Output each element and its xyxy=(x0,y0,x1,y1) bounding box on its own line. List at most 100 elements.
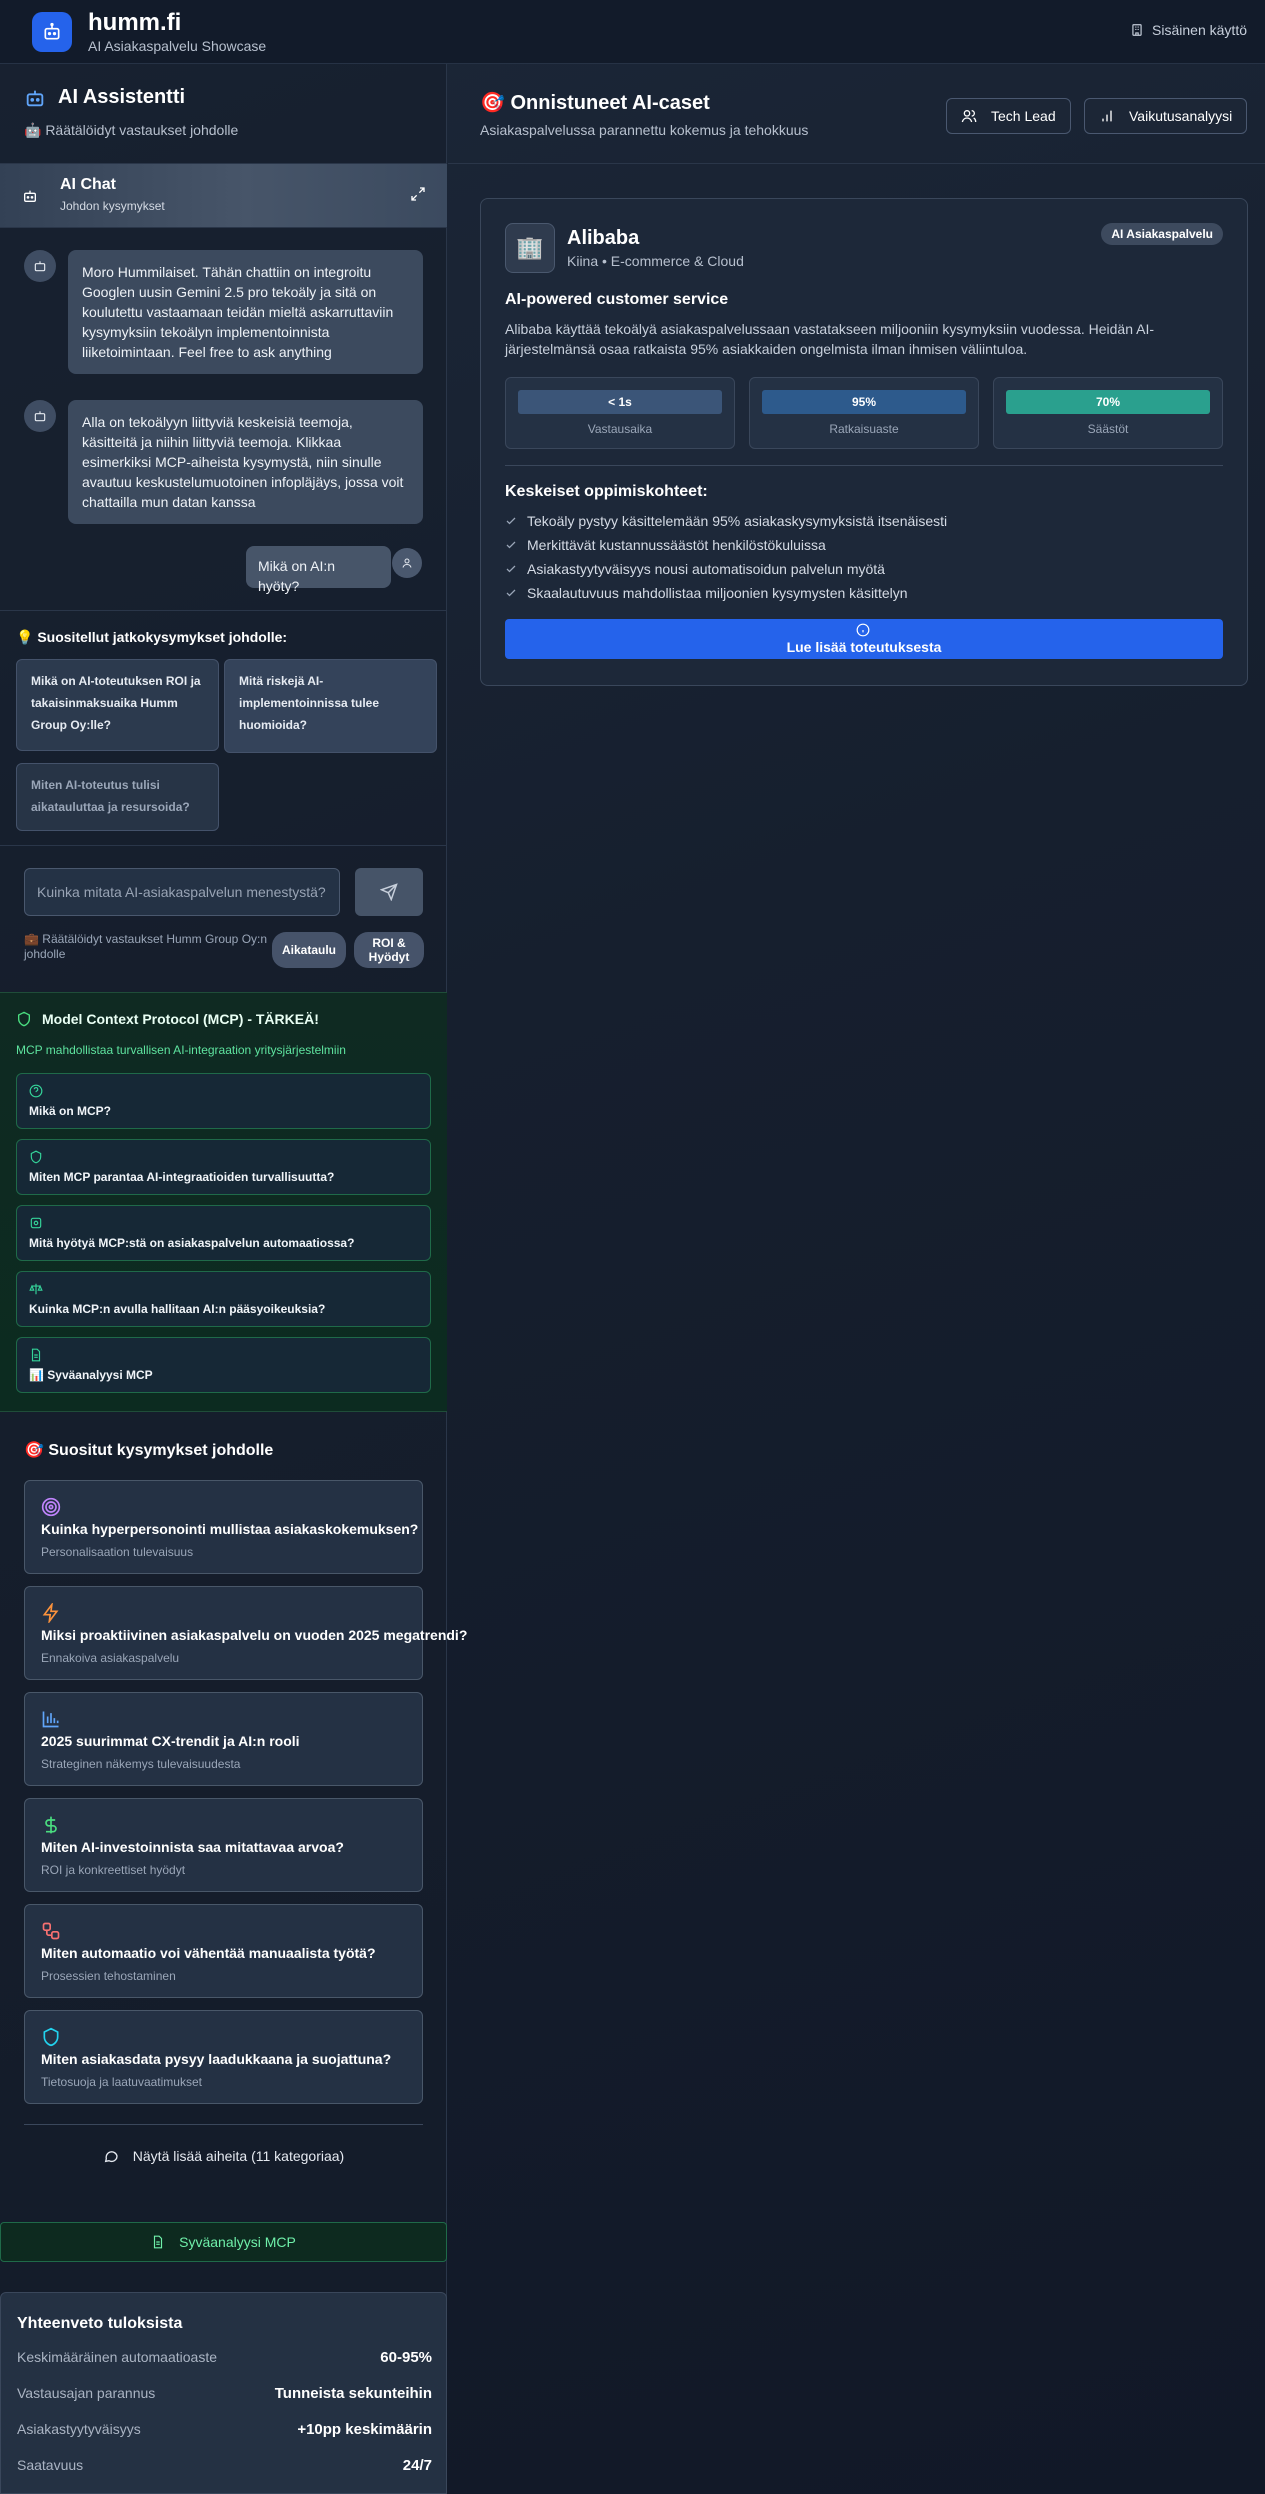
users-icon xyxy=(961,110,977,123)
target-icon xyxy=(41,1497,61,1517)
suggestion-card[interactable]: Miten AI-toteutus tulisi aikatauluttaa j… xyxy=(16,763,219,831)
learning-item: Tekoäly pystyy käsittelemään 95% asiakas… xyxy=(505,513,947,529)
case-category-badge: AI Asiakaspalvelu xyxy=(1101,223,1223,245)
popular-question-card[interactable]: Miten automaatio voi vähentää manuaalist… xyxy=(24,1904,423,1998)
expand-icon[interactable] xyxy=(410,186,426,202)
bot-icon xyxy=(24,190,36,202)
company-logo: 🏢 xyxy=(505,223,555,273)
mcp-item[interactable]: Mitä hyötyä MCP:stä on asiakaspalvelun a… xyxy=(16,1205,431,1261)
chat-subtitle: Johdon kysymykset xyxy=(60,199,165,213)
schedule-chip[interactable]: Aikataulu xyxy=(272,932,346,968)
roi-chip[interactable]: ROI & Hyödyt xyxy=(354,932,424,968)
mcp-item[interactable]: 📊 Syväanalyysi MCP xyxy=(16,1337,431,1393)
impact-analysis-button[interactable]: Vaikutusanalyysi xyxy=(1084,98,1248,134)
metric-value: 70% xyxy=(1095,395,1121,409)
suggestion-card[interactable]: Mikä on AI-toteutuksen ROI ja takaisinma… xyxy=(16,659,219,751)
shield-icon xyxy=(43,2027,59,2047)
summary-label: Saatavuus xyxy=(17,2457,84,2473)
popular-question-card[interactable]: Miksi proaktiivinen asiakaspalvelu on vu… xyxy=(24,1586,467,1680)
building-icon xyxy=(1132,24,1142,36)
assistant-header: AI Assistentti 🤖 Räätälöidyt vastaukset … xyxy=(0,64,447,164)
assistant-subtitle: 🤖 Räätälöidyt vastaukset johdolle xyxy=(24,122,239,138)
suggested-questions: 💡 Suositellut jatkokysymykset johdolle: … xyxy=(0,610,447,846)
user-avatar xyxy=(392,548,422,578)
popular-question-card[interactable]: Kuinka hyperpersonointi mullistaa asiaka… xyxy=(24,1480,423,1574)
chat-input[interactable] xyxy=(24,868,340,916)
info-icon xyxy=(856,623,870,637)
popular-category: Ennakoiva asiakaspalvelu xyxy=(41,1651,180,1665)
internal-use-label: Sisäinen käyttö xyxy=(1152,22,1247,38)
popular-question: Miten automaatio voi vähentää manuaalist… xyxy=(41,1945,376,1961)
summary-row: Keskimääräinen automaatioaste 60-95% xyxy=(17,2349,432,2369)
bot-icon xyxy=(26,90,44,106)
check-icon xyxy=(506,589,516,597)
metric-label: Säästöt xyxy=(1087,422,1129,436)
bot-icon xyxy=(34,261,46,272)
popular-question: Miten AI-investoinnista saa mitattavaa a… xyxy=(41,1839,344,1855)
mcp-item[interactable]: Mikä on MCP? xyxy=(16,1073,431,1129)
popular-category: Tietosuoja ja laatuvaatimukset xyxy=(41,2075,202,2089)
learning-item: Merkittävät kustannussäästöt henkilöstök… xyxy=(505,537,826,553)
chat-message-bot: Moro Hummilaiset. Tähän chattiin on inte… xyxy=(68,250,423,374)
building-icon: 🏢 xyxy=(516,235,544,260)
read-more-button[interactable]: Lue lisää toteutuksesta xyxy=(505,619,1223,659)
mcp-item[interactable]: Miten MCP parantaa AI-integraatioiden tu… xyxy=(16,1139,431,1195)
learnings-title: Keskeiset oppimiskohteet: xyxy=(505,483,708,500)
summary-value: 24/7 xyxy=(402,2457,432,2474)
popular-question-card[interactable]: 2025 suurimmat CX-trendit ja AI:n rooli … xyxy=(24,1692,423,1786)
popular-question: 2025 suurimmat CX-trendit ja AI:n rooli xyxy=(41,1733,300,1749)
scale-icon xyxy=(29,1283,43,1295)
case-heading: AI-powered customer service xyxy=(505,291,729,308)
chat-message-user: Mikä on AI:n hyöty? xyxy=(246,546,391,594)
mcp-section: Model Context Protocol (MCP) - TÄRKEÄ! M… xyxy=(0,992,447,1412)
popular-question-card[interactable]: Miten AI-investoinnista saa mitattavaa a… xyxy=(24,1798,423,1892)
summary-row: Asiakastyytyväisyys +10pp keskimäärin xyxy=(17,2421,432,2441)
chat-input-area: 💼 Räätälöidyt vastaukset Humm Group Oy:n… xyxy=(0,846,447,992)
case-description: Alibaba käyttää tekoälyä asiakaspalvelus… xyxy=(505,321,1155,357)
mcp-item-label: Mitä hyötyä MCP:stä on asiakaspalvelun a… xyxy=(29,1236,355,1250)
bot-avatar xyxy=(24,400,56,432)
robot-logo-icon xyxy=(32,11,72,52)
results-summary: Yhteenveto tuloksista Keskimääräinen aut… xyxy=(0,2292,447,2494)
mcp-title: Model Context Protocol (MCP) - TÄRKEÄ! xyxy=(16,1011,319,1027)
summary-value: +10pp keskimäärin xyxy=(297,2421,432,2438)
summary-label: Vastausajan parannus xyxy=(17,2385,156,2401)
workflow-icon xyxy=(42,1922,60,1940)
cases-subtitle: Asiakaspalvelussa parannettu kokemus ja … xyxy=(480,122,809,138)
check-icon xyxy=(506,541,516,549)
suggestions-title: 💡 Suositellut jatkokysymykset johdolle: xyxy=(16,629,288,645)
left-panel: AI Assistentti 🤖 Räätälöidyt vastaukset … xyxy=(0,64,467,2494)
popular-category: Personalisaation tulevaisuus xyxy=(41,1545,194,1559)
divider xyxy=(505,465,1223,466)
learning-item: Asiakastyytyväisyys nousi automatisoidun… xyxy=(505,561,885,577)
send-button[interactable] xyxy=(355,868,423,916)
assistant-title: AI Assistentti xyxy=(24,86,185,109)
mcp-item[interactable]: Kuinka MCP:n avulla hallitaan AI:n pääsy… xyxy=(16,1271,431,1327)
tech-lead-button[interactable]: Tech Lead xyxy=(946,98,1071,134)
dollar-icon xyxy=(45,1816,57,1834)
popular-question-card[interactable]: Miten asiakasdata pysyy laadukkaana ja s… xyxy=(24,2010,423,2104)
lightning-icon xyxy=(42,1603,59,1623)
mcp-subtitle: MCP mahdollistaa turvallisen AI-integraa… xyxy=(16,1043,346,1057)
show-more-topics-button[interactable]: Näytä lisää aiheita (11 kategoriaa) xyxy=(24,2124,423,2186)
popular-category: ROI ja konkreettiset hyödyt xyxy=(41,1863,186,1877)
popular-questions: 🎯 Suositut kysymykset johdolle Kuinka hy… xyxy=(0,1412,467,2198)
app-title: humm.fi xyxy=(88,8,182,36)
mcp-item-label: Mikä on MCP? xyxy=(29,1104,112,1118)
bot-icon xyxy=(34,411,46,422)
chat-bubble-icon xyxy=(104,2150,118,2162)
popular-category: Prosessien tehostaminen xyxy=(41,1969,176,1983)
chat-message-bot: Alla on tekoälyyn liittyviä keskeisiä te… xyxy=(68,400,423,524)
metric-bar: < 1s xyxy=(518,390,722,414)
cog-icon xyxy=(30,1217,42,1229)
summary-row: Saatavuus 24/7 xyxy=(17,2457,432,2477)
popular-title: 🎯 Suositut kysymykset johdolle xyxy=(24,1442,274,1459)
document-icon xyxy=(154,2235,163,2249)
deep-analysis-mcp-button[interactable]: Syväanalyysi MCP xyxy=(0,2222,447,2262)
suggestion-card[interactable]: Mitä riskejä AI-implementoinnissa tulee … xyxy=(224,659,437,753)
popular-question: Miten asiakasdata pysyy laadukkaana ja s… xyxy=(41,2051,392,2067)
bot-avatar xyxy=(24,250,56,282)
shield-icon xyxy=(18,1011,30,1027)
metric-label: Ratkaisuaste xyxy=(829,422,899,436)
case-company-name: Alibaba xyxy=(567,227,640,249)
